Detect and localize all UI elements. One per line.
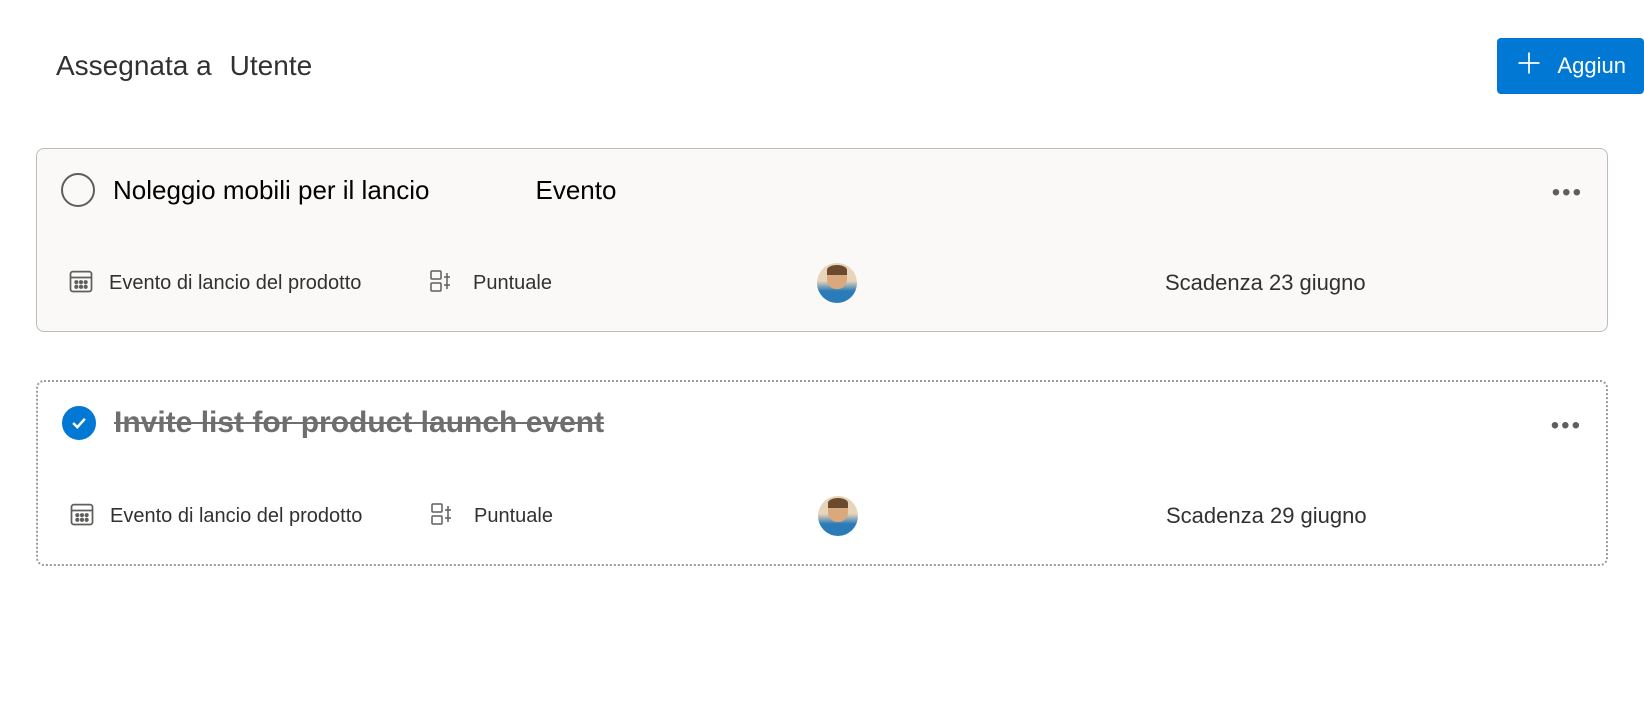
add-button[interactable]: Aggiun (1497, 38, 1644, 94)
status-meta: Puntuale (429, 269, 817, 298)
project-meta: Evento di lancio del prodotto (67, 267, 429, 300)
task-title: Noleggio mobili per il lancio (113, 175, 430, 206)
task-card[interactable]: Invite list for product launch event •••… (36, 380, 1608, 566)
task-header-row: Invite list for product launch event (62, 406, 1582, 440)
avatar[interactable] (817, 263, 857, 303)
status-meta: Puntuale (430, 502, 818, 531)
task-header-row: Noleggio mobili per il lancio Evento (61, 173, 1583, 207)
status-icon (430, 502, 460, 531)
project-label: Evento di lancio del prodotto (110, 505, 362, 528)
status-label: Puntuale (474, 505, 553, 528)
task-check-circle-checked[interactable] (62, 406, 96, 440)
status-icon (429, 269, 459, 298)
header: Assegnata a Utente (0, 0, 1644, 112)
header-left: Assegnata a Utente (56, 50, 312, 82)
task-meta-row: Evento di lancio del prodotto Puntuale S… (61, 263, 1583, 303)
add-button-label: Aggiun (1557, 53, 1626, 79)
calendar-icon (67, 267, 95, 300)
due-label: Scadenza 23 giugno (1165, 270, 1366, 296)
assignee-meta (817, 263, 1165, 303)
status-label: Puntuale (473, 272, 552, 295)
avatar[interactable] (818, 496, 858, 536)
task-title: Invite list for product launch event (114, 406, 604, 440)
due-label: Scadenza 29 giugno (1166, 503, 1367, 529)
task-check-circle[interactable] (61, 173, 95, 207)
plus-icon (1515, 49, 1543, 83)
assigned-to-label: Assegnata a (56, 50, 212, 82)
user-dropdown[interactable]: Utente (230, 50, 313, 82)
due-meta: Scadenza 23 giugno (1165, 270, 1366, 296)
task-meta-row: Evento di lancio del prodotto Puntuale S… (62, 496, 1582, 536)
more-button[interactable]: ••• (1551, 412, 1582, 440)
task-tag: Evento (536, 175, 617, 206)
calendar-icon (68, 500, 96, 533)
due-meta: Scadenza 29 giugno (1166, 503, 1367, 529)
more-button[interactable]: ••• (1552, 179, 1583, 207)
task-card[interactable]: Noleggio mobili per il lancio Evento •••… (36, 148, 1608, 332)
assignee-meta (818, 496, 1166, 536)
project-label: Evento di lancio del prodotto (109, 272, 361, 295)
project-meta: Evento di lancio del prodotto (68, 500, 430, 533)
